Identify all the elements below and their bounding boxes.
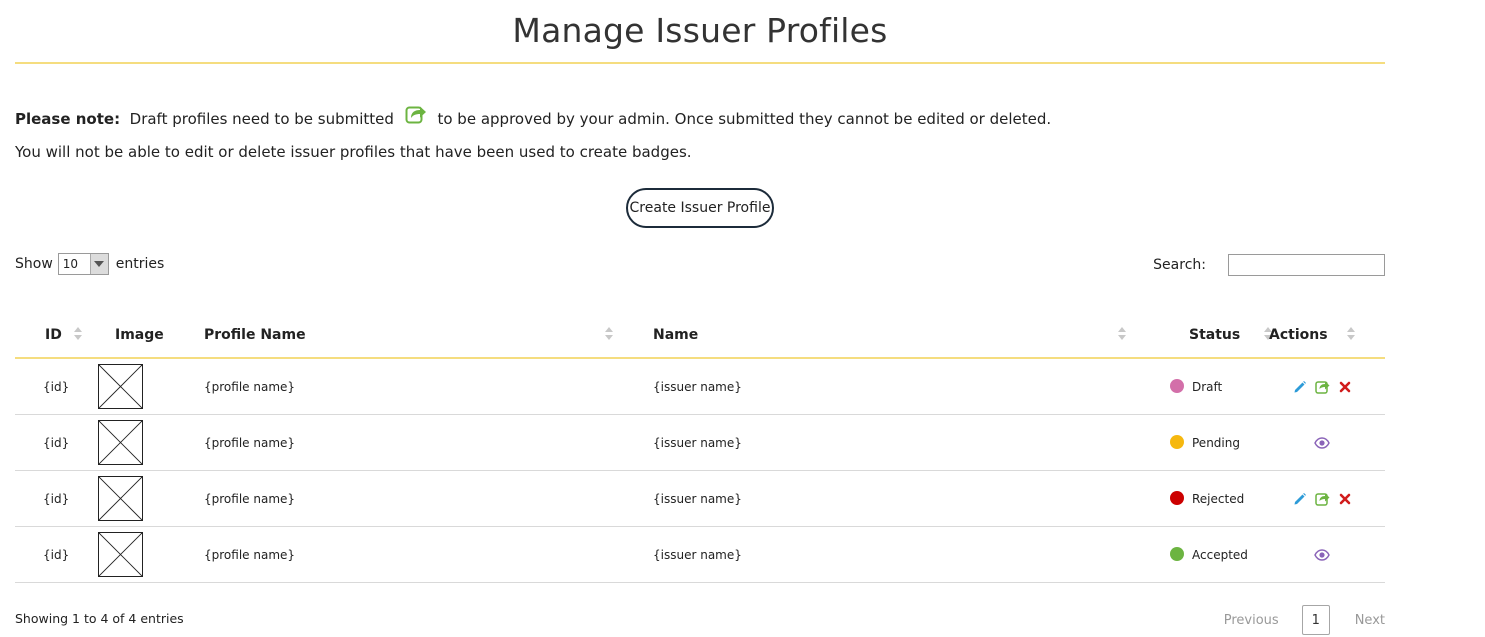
cell-name: {issuer name} [653,526,1137,583]
create-issuer-profile-button[interactable]: Create Issuer Profile [626,188,774,228]
entries-length-control: Show 10 entries [15,253,164,275]
column-header-id[interactable]: ID [15,312,95,359]
column-header-name[interactable]: Name [653,312,1137,359]
next-page-button[interactable]: Next [1355,613,1385,628]
close-icon [1339,493,1350,504]
column-header-status[interactable]: Status [1137,312,1272,359]
table-row: {id} {profile name} {issuer name} Draft [15,358,1385,415]
search-control: Search: [1153,254,1385,276]
cell-name: {issuer name} [653,358,1137,415]
cell-profile-name: {profile name} [204,358,653,415]
table-row: {id} {profile name} {issuer name} Pendin… [15,414,1385,471]
pencil-icon [1294,380,1306,392]
cell-actions [1258,414,1385,471]
notice-text-after: to be approved by your admin. Once submi… [437,110,1052,128]
length-prefix: Show [15,256,53,272]
cell-actions [1258,358,1385,415]
sort-icon [1118,327,1127,340]
column-header-image: Image [95,312,204,359]
entries-select[interactable]: 10 [57,253,109,275]
notice-text-before: Draft profiles need to be submitted [129,110,394,128]
cell-image [95,414,204,471]
status-label: Rejected [1192,491,1245,506]
entries-select-value: 10 [62,257,79,271]
delete-button[interactable] [1339,493,1351,505]
notice-line-1: Please note: Draft profiles need to be s… [15,106,1052,132]
column-header-profile-name[interactable]: Profile Name [204,312,653,359]
page-button-1[interactable]: 1 [1301,605,1330,635]
view-button[interactable] [1313,548,1330,561]
search-input[interactable] [1228,254,1385,276]
notice-line-2: You will not be able to edit or delete i… [15,143,692,161]
cell-id: {id} [15,470,95,527]
share-icon [1314,381,1329,394]
sort-icon [605,327,614,340]
previous-page-button[interactable]: Previous [1224,613,1279,628]
status-label: Accepted [1192,547,1248,562]
status-dot [1170,547,1184,561]
view-button[interactable] [1313,436,1330,449]
table-body: {id} {profile name} {issuer name} Draft [15,358,1385,583]
pencil-icon [1294,492,1306,504]
cell-actions [1258,526,1385,583]
delete-button[interactable] [1339,381,1351,393]
close-icon [1339,381,1350,392]
cell-actions [1258,470,1385,527]
cell-name: {issuer name} [653,470,1137,527]
status-label: Pending [1192,435,1240,450]
share-icon [1314,493,1329,506]
cell-profile-name: {profile name} [204,470,653,527]
edit-button[interactable] [1293,380,1307,394]
cell-status: Rejected [1137,470,1258,527]
cell-profile-name: {profile name} [204,526,653,583]
cell-status: Draft [1137,358,1258,415]
edit-button[interactable] [1293,492,1307,506]
cell-name: {issuer name} [653,414,1137,471]
image-placeholder-icon [98,476,143,521]
title-divider [15,62,1385,64]
image-placeholder-icon [98,532,143,577]
image-placeholder-icon [98,364,143,409]
table-row: {id} {profile name} {issuer name} Accept… [15,526,1385,583]
image-placeholder-icon [98,420,143,465]
cell-id: {id} [15,358,95,415]
submit-button[interactable] [1314,379,1331,394]
submit-button[interactable] [1314,491,1331,506]
table-info: Showing 1 to 4 of 4 entries [15,611,184,626]
status-label: Draft [1192,379,1223,394]
length-suffix: entries [115,256,165,272]
page-title: Manage Issuer Profiles [512,11,888,50]
page: Manage Issuer Profiles Please note: Draf… [15,0,1385,635]
cell-image [95,358,204,415]
status-dot [1170,491,1184,505]
search-label: Search: [1153,257,1206,273]
cell-status: Accepted [1137,526,1258,583]
cell-image [95,470,204,527]
eye-icon [1313,548,1330,561]
cell-profile-name: {profile name} [204,414,653,471]
cell-status: Pending [1137,414,1258,471]
chevron-down-icon [89,254,108,274]
cell-id: {id} [15,526,95,583]
sort-icon [1347,327,1356,340]
column-header-actions[interactable]: Actions [1258,312,1385,359]
notice-label: Please note: [15,110,121,128]
status-dot [1170,379,1184,393]
eye-icon [1313,436,1330,449]
cell-image [95,526,204,583]
status-dot [1170,435,1184,449]
pagination: Previous 1 Next [1224,605,1385,635]
table-row: {id} {profile name} {issuer name} Reject… [15,470,1385,527]
issuer-profiles-table: ID Image Profile Name Name Status Action… [15,312,1385,583]
share-icon [405,103,427,132]
cell-id: {id} [15,414,95,471]
table-header-row: ID Image Profile Name Name Status Action… [15,312,1385,359]
sort-icon [74,327,83,340]
